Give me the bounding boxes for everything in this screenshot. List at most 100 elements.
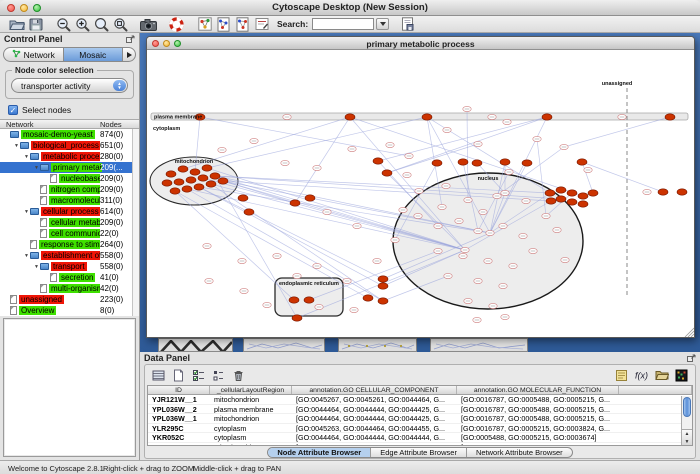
save-session-icon[interactable]: [398, 16, 417, 32]
network-node[interactable]: [545, 190, 555, 196]
network-node[interactable]: [500, 159, 510, 165]
select-nodes-checkbox[interactable]: ✓: [8, 105, 18, 115]
network-node[interactable]: [186, 177, 196, 183]
col-header-region[interactable]: _cellularLayoutRegion: [210, 386, 292, 394]
disclosure-icon[interactable]: ▼: [23, 253, 30, 259]
network-node[interactable]: [556, 196, 566, 202]
tree-row[interactable]: unassigned223(0): [0, 294, 132, 305]
table-cell[interactable]: [GO:0044464, GO:0044444, GO:0044444, G..…: [292, 433, 457, 442]
network-node[interactable]: [238, 195, 248, 201]
table-cell[interactable]: YJR121W__1: [148, 395, 210, 404]
network-node[interactable]: [472, 160, 482, 166]
network-node[interactable]: [170, 188, 180, 194]
network-node[interactable]: [378, 276, 388, 282]
table-cell[interactable]: [GO:0045267, GO:0045261, GO:0044464, G..…: [292, 395, 457, 404]
disclosure-icon[interactable]: ▼: [33, 264, 40, 270]
network-node[interactable]: [578, 201, 588, 207]
network-node[interactable]: [194, 184, 204, 190]
col-header-cellular-component[interactable]: annotation.GO CELLULAR_COMPONENT: [292, 386, 457, 394]
table-row[interactable]: YPL036W__2plasma membrane[GO:0044464, GO…: [148, 405, 692, 415]
table-cell[interactable]: [GO:0016787, GO:0005488, GO:0005215, G..…: [457, 405, 619, 414]
table-cell[interactable]: cytoplasm: [210, 433, 292, 442]
network-node[interactable]: [578, 193, 588, 199]
float-panel-icon[interactable]: [126, 35, 135, 44]
tree-row[interactable]: ▼primary metabo209(...: [0, 162, 132, 173]
network-node[interactable]: [190, 169, 200, 175]
network-node[interactable]: [432, 160, 442, 166]
zoom-selected-icon[interactable]: [92, 16, 111, 32]
disclosure-icon[interactable]: ▼: [23, 154, 30, 160]
network-node[interactable]: [206, 181, 216, 187]
table-cell[interactable]: [GO:0016787, GO:0005215, GO:0003824, G..…: [457, 424, 619, 433]
disclosure-icon[interactable]: ▼: [23, 209, 30, 215]
network-node[interactable]: [244, 209, 254, 215]
network-node[interactable]: [304, 297, 314, 303]
float-data-panel-icon[interactable]: [687, 354, 696, 363]
save-icon[interactable]: [26, 16, 45, 32]
snapshot-icon[interactable]: [139, 16, 158, 32]
table-row[interactable]: YPL036W__1mitochondrion[GO:0044464, GO:0…: [148, 414, 692, 424]
network-node[interactable]: [422, 114, 432, 120]
background-window-strip[interactable]: [243, 338, 325, 352]
tree-row[interactable]: nucleobase-209(0): [0, 173, 132, 184]
tab-network-attribute-browser[interactable]: Network Attribute Browser: [467, 448, 572, 457]
open-icon[interactable]: [7, 16, 26, 32]
col-header-id[interactable]: ID: [148, 386, 210, 394]
tree-row[interactable]: Overview8(0): [0, 305, 132, 316]
network-node[interactable]: [588, 190, 598, 196]
annotation-icon[interactable]: [252, 16, 271, 32]
tree-row[interactable]: multi-organism pro42(0): [0, 283, 132, 294]
table-cell[interactable]: YPL036W__2: [148, 405, 210, 414]
tab-mosaic[interactable]: Mosaic: [63, 47, 123, 62]
birdseye-view-panel[interactable]: [3, 318, 136, 457]
background-window-strip[interactable]: [338, 338, 417, 352]
network-node[interactable]: [218, 178, 228, 184]
table-scrollbar[interactable]: ▲▼: [681, 396, 692, 445]
col-header-molecular-function[interactable]: annotation.GO MOLECULAR_FUNCTION: [457, 386, 619, 394]
table-row[interactable]: YJR121W__1mitochondrion[GO:0045267, GO:0…: [148, 395, 692, 405]
unselect-attributes-icon[interactable]: [210, 368, 227, 383]
background-window-strip[interactable]: [158, 338, 233, 352]
tree-row[interactable]: ▼transport558(0): [0, 261, 132, 272]
resize-grip[interactable]: [691, 334, 694, 337]
tree-scrollbar[interactable]: [132, 129, 139, 316]
help-icon[interactable]: [167, 16, 186, 32]
search-input[interactable]: [312, 18, 374, 30]
table-cell[interactable]: [GO:0045263, GO:0044464, GO:0044455, G..…: [292, 424, 457, 433]
network-node[interactable]: [542, 114, 552, 120]
tree-row[interactable]: ▼biological_process651(0): [0, 140, 132, 151]
matrix-icon[interactable]: [673, 368, 690, 383]
network-node[interactable]: [458, 159, 468, 165]
network-node[interactable]: [345, 114, 355, 120]
network-node[interactable]: [202, 165, 212, 171]
tree-row[interactable]: mosaic-demo-yeast874(0): [0, 129, 132, 140]
network-node[interactable]: [289, 297, 299, 303]
network-node[interactable]: [658, 189, 668, 195]
tab-node-attribute-browser[interactable]: Node Attribute Browser: [268, 448, 371, 457]
network-node[interactable]: [522, 160, 532, 166]
tree-header-network[interactable]: Network: [0, 120, 82, 128]
tree-row[interactable]: cellular metabo209(0): [0, 217, 132, 228]
table-cell[interactable]: mitochondrion: [210, 414, 292, 423]
table-cell[interactable]: [GO:0016787, GO:0005488, GO:0005215, G..…: [457, 395, 619, 404]
delete-attribute-icon[interactable]: [230, 368, 247, 383]
network-node[interactable]: [577, 159, 587, 165]
tree-row[interactable]: ▼establishment of lo558(0): [0, 250, 132, 261]
table-cell[interactable]: [GO:0016787, GO:0005488, GO:0005215, G..…: [457, 414, 619, 423]
zoom-in-icon[interactable]: [73, 16, 92, 32]
attribute-grid-icon[interactable]: [150, 368, 167, 383]
disclosure-icon[interactable]: ▼: [33, 165, 40, 171]
table-cell[interactable]: mitochondrion: [210, 395, 292, 404]
table-scrollbar-arrows[interactable]: ▲▼: [682, 429, 692, 445]
table-cell[interactable]: YLR295C: [148, 424, 210, 433]
network-node[interactable]: [567, 199, 577, 205]
new-attribute-icon[interactable]: [170, 368, 187, 383]
zoom-fit-icon[interactable]: [111, 16, 130, 32]
table-cell[interactable]: plasma membrane: [210, 405, 292, 414]
tree-row[interactable]: macromolecule311(0): [0, 195, 132, 206]
zoom-out-icon[interactable]: [54, 16, 73, 32]
network-node[interactable]: [166, 171, 176, 177]
notes-icon[interactable]: [613, 368, 630, 383]
table-cell[interactable]: cytoplasm: [210, 424, 292, 433]
app-title-bar[interactable]: Cytoscape Desktop (New Session): [0, 0, 700, 16]
